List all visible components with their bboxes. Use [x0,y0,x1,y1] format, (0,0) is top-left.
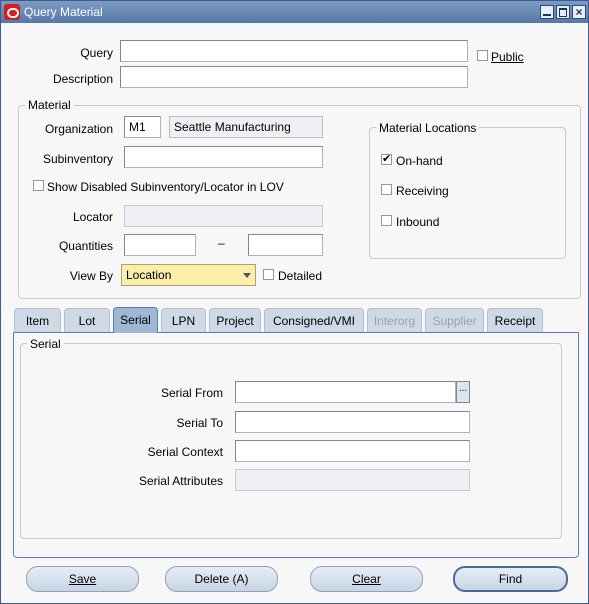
tab-lpn[interactable]: LPN [161,308,206,332]
view-by-label: View By [69,269,113,283]
maximize-icon[interactable] [556,5,570,19]
tab-lot[interactable]: Lot [64,308,110,332]
tab-serial[interactable]: Serial [113,307,158,333]
tab-project[interactable]: Project [209,308,261,332]
tab-interorg: Interorg [367,308,422,332]
serial-from-label: Serial From [160,386,223,400]
organization-code-input[interactable]: M1 [124,116,161,138]
dropdown-arrow-icon [243,273,251,278]
material-group-title: Material [25,98,74,112]
delete-button[interactable]: Delete (A) [165,566,278,592]
organization-label: Organization [44,122,113,136]
serial-from-lov-button[interactable]: ... [456,381,470,403]
serial-from-input[interactable] [235,381,456,403]
organization-name-field: Seattle Manufacturing [169,116,323,138]
tab-receipt[interactable]: Receipt [487,308,543,332]
serial-attributes-field [235,469,470,491]
tab-supplier: Supplier [425,308,484,332]
title-bar[interactable]: Query Material × [1,1,588,23]
locator-input [124,205,323,227]
close-icon[interactable]: × [572,5,586,19]
serial-context-label: Serial Context [147,445,223,459]
tab-consigned-vmi[interactable]: Consigned/VMI [264,308,364,332]
quantity-separator: – [218,236,225,250]
inbound-label: Inbound [396,215,440,229]
view-by-select[interactable]: Location [121,264,256,286]
serial-attributes-label: Serial Attributes [138,474,223,488]
oracle-logo-icon [4,4,20,20]
query-input[interactable] [120,40,468,62]
description-label: Description [52,72,113,86]
find-button[interactable]: Find [453,566,568,592]
query-label: Query [80,46,113,60]
serial-context-input[interactable] [235,440,470,462]
subinventory-label: Subinventory [42,152,113,166]
show-disabled-label: Show Disabled Subinventory/Locator in LO… [47,180,284,194]
window-title: Query Material [24,5,103,19]
view-by-value: Location [126,268,172,282]
query-material-window: Query Material × Query Public Descriptio… [0,0,589,604]
detailed-checkbox[interactable] [263,269,274,280]
subinventory-input[interactable] [124,146,323,168]
save-button[interactable]: Save [26,566,139,592]
material-locations-title: Material Locations [376,121,480,135]
locator-label: Locator [72,210,113,224]
clear-button[interactable]: Clear [310,566,423,592]
serial-to-input[interactable] [235,411,470,433]
quantity-from-input[interactable] [124,234,196,256]
serial-to-label: Serial To [176,416,223,430]
serial-group-title: Serial [27,337,64,351]
inbound-checkbox[interactable] [381,215,392,226]
onhand-label: On-hand [396,154,443,168]
receiving-checkbox[interactable] [381,184,392,195]
tab-item[interactable]: Item [14,308,61,332]
public-checkbox[interactable] [477,50,488,61]
receiving-label: Receiving [396,184,449,198]
public-label: Public [491,50,524,64]
minimize-icon[interactable] [540,5,554,19]
quantity-to-input[interactable] [248,234,323,256]
detailed-label: Detailed [278,269,323,283]
quantities-label: Quantities [58,239,113,253]
onhand-checkbox[interactable] [381,152,392,165]
description-input[interactable] [120,66,468,88]
show-disabled-checkbox[interactable] [33,180,44,191]
